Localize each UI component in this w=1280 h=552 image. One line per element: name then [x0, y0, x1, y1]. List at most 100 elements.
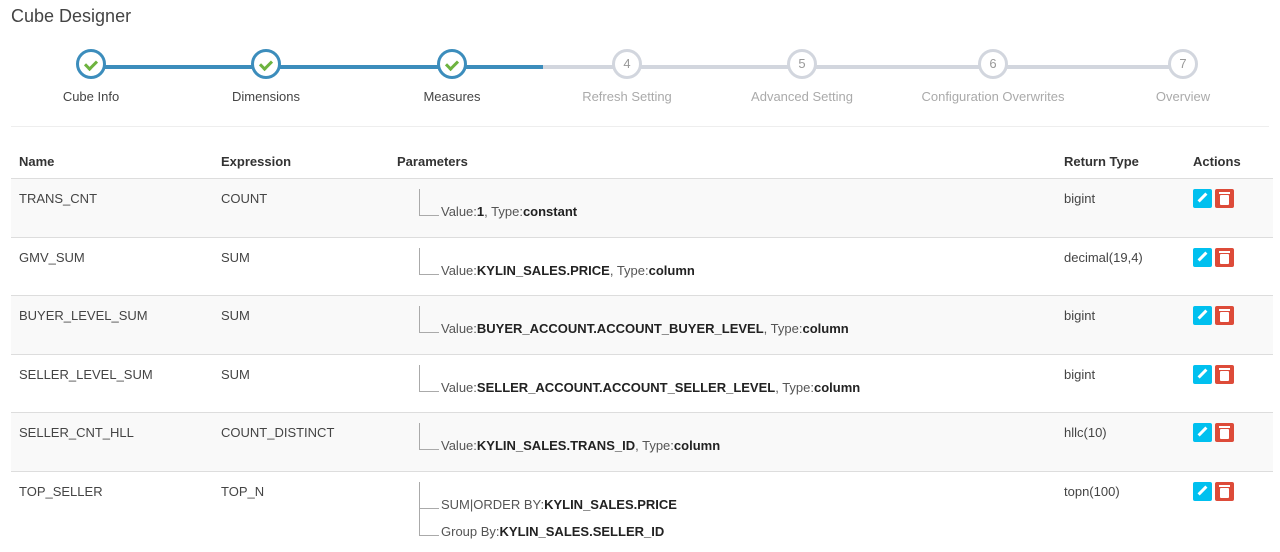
trash-icon: [1220, 254, 1229, 264]
trash-icon: [1219, 368, 1230, 370]
measure-return-type: hllc(10): [1064, 425, 1107, 440]
edit-measure-button[interactable]: [1193, 423, 1212, 442]
parameter-value: KYLIN_SALES.PRICE: [476, 263, 610, 278]
wizard-step-6[interactable]: 6 Configuration Overwrites: [913, 49, 1073, 104]
row-actions: [1193, 365, 1237, 384]
divider: [11, 126, 1269, 127]
pencil-icon: [1197, 426, 1208, 437]
parameter-text: Value:KYLIN_SALES.PRICE, Type:column: [441, 263, 695, 278]
step-number: 6: [989, 56, 997, 71]
parameter-prefix: Value:: [441, 204, 477, 219]
delete-measure-button[interactable]: [1215, 482, 1234, 501]
parameter-type-label: , Type:: [609, 263, 649, 278]
wizard-step-1[interactable]: Cube Info: [11, 49, 171, 104]
step-complete-icon: [251, 49, 281, 79]
tree-connector: [419, 332, 439, 333]
tree-connector: [419, 423, 420, 450]
trash-icon: [1220, 195, 1229, 205]
wizard-steps: Cube Info Dimensions Measures 4 Refresh Sett…: [0, 0, 1280, 120]
edit-measure-button[interactable]: [1193, 189, 1212, 208]
header-actions: Actions: [1193, 154, 1241, 169]
trash-icon: [1219, 485, 1230, 487]
pencil-icon: [1197, 485, 1208, 496]
check-icon: [258, 56, 274, 72]
measure-return-type: bigint: [1064, 308, 1096, 323]
row-actions: [1193, 248, 1237, 267]
measure-expression: COUNT: [221, 191, 268, 206]
wizard-step-5[interactable]: 5 Advanced Setting: [722, 49, 882, 104]
measure-return-type: bigint: [1064, 191, 1096, 206]
parameter-type: column: [814, 380, 861, 395]
parameter-text: Group By:KYLIN_SALES.SELLER_ID: [441, 524, 664, 539]
trash-icon: [1219, 309, 1230, 311]
step-complete-icon: [76, 49, 106, 79]
edit-measure-button[interactable]: [1193, 248, 1212, 267]
delete-measure-button[interactable]: [1215, 306, 1234, 325]
parameter-text: Value:1, Type:constant: [441, 204, 577, 219]
parameter-type-label: , Type:: [763, 321, 803, 336]
edit-measure-button[interactable]: [1193, 306, 1212, 325]
measure-name: GMV_SUM: [19, 250, 85, 265]
measure-expression: TOP_N: [221, 484, 265, 499]
wizard-step-4[interactable]: 4 Refresh Setting: [547, 49, 707, 104]
trash-icon: [1220, 312, 1229, 322]
step-label: Overview: [1155, 89, 1211, 104]
wizard-step-7[interactable]: 7 Overview: [1103, 49, 1263, 104]
tree-connector: [419, 274, 439, 275]
step-label: Dimensions: [232, 89, 300, 104]
measure-return-type: bigint: [1064, 367, 1096, 382]
parameter-value: KYLIN_SALES.PRICE: [544, 497, 677, 512]
parameter-value: SELLER_ACCOUNT.ACCOUNT_SELLER_LEVEL: [476, 380, 776, 395]
step-number-badge: 5: [787, 49, 817, 79]
trash-icon: [1219, 192, 1230, 194]
measure-name: TRANS_CNT: [19, 191, 98, 206]
step-number: 5: [798, 56, 806, 71]
tree-connector: [419, 189, 420, 216]
trash-icon: [1219, 426, 1230, 428]
edit-measure-button[interactable]: [1193, 482, 1212, 501]
step-number-badge: 6: [978, 49, 1008, 79]
measure-expression: SUM: [221, 367, 250, 382]
parameter-type-label: , Type:: [635, 438, 674, 453]
parameter-type-label: , Type:: [484, 204, 523, 219]
header-parameters: Parameters: [397, 154, 468, 169]
delete-measure-button[interactable]: [1215, 423, 1234, 442]
measure-expression: COUNT_DISTINCT: [221, 425, 335, 440]
delete-measure-button[interactable]: [1215, 248, 1234, 267]
parameter-type: column: [648, 263, 695, 278]
row-actions: [1193, 423, 1237, 442]
check-icon: [444, 56, 460, 72]
tree-connector: [419, 306, 420, 333]
tree-connector: [419, 391, 439, 392]
tree-connector: [419, 449, 439, 450]
parameter-value: KYLIN_SALES.SELLER_ID: [499, 524, 665, 539]
row-actions: [1193, 306, 1237, 325]
measure-return-type: decimal(19,4): [1064, 250, 1143, 265]
edit-measure-button[interactable]: [1193, 365, 1212, 384]
tree-connector: [419, 482, 420, 509]
table-row: SELLER_LEVEL_SUM SUM bigint Value:SELLER_AC…: [11, 354, 1273, 412]
measure-expression: SUM: [221, 308, 250, 323]
parameter-value: BUYER_ACCOUNT.ACCOUNT_BUYER_LEVEL: [476, 321, 764, 336]
pencil-icon: [1197, 309, 1208, 320]
parameter-text: Value:KYLIN_SALES.TRANS_ID, Type:column: [441, 438, 720, 453]
tree-connector: [419, 535, 439, 536]
trash-icon: [1220, 429, 1229, 439]
pencil-icon: [1197, 368, 1208, 379]
parameter-prefix: Value:: [441, 438, 477, 453]
parameter-prefix: Value:: [441, 263, 477, 278]
step-number-badge: 7: [1168, 49, 1198, 79]
measure-return-type: topn(100): [1064, 484, 1120, 499]
tree-connector: [419, 365, 420, 392]
delete-measure-button[interactable]: [1215, 189, 1234, 208]
step-number-badge: 4: [612, 49, 642, 79]
parameter-type: constant: [522, 204, 578, 219]
table-row: SELLER_CNT_HLL COUNT_DISTINCT hllc(10) Valu…: [11, 412, 1273, 471]
parameter-text: Value:SELLER_ACCOUNT.ACCOUNT_SELLER_LEVE…: [441, 380, 860, 395]
measure-name: BUYER_LEVEL_SUM: [19, 308, 148, 323]
step-complete-icon: [437, 49, 467, 79]
delete-measure-button[interactable]: [1215, 365, 1234, 384]
wizard-step-2[interactable]: Dimensions: [186, 49, 346, 104]
wizard-step-3[interactable]: Measures: [372, 49, 532, 104]
tree-connector: [419, 508, 439, 509]
